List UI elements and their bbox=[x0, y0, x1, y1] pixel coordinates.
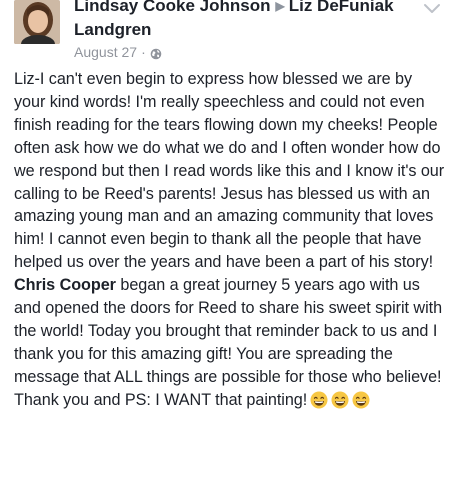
post-text: Liz-I can't even begin to express how bl… bbox=[14, 68, 446, 412]
post-meta: August 27 · bbox=[74, 43, 162, 61]
avatar[interactable] bbox=[14, 0, 60, 44]
grinning-face-icon bbox=[331, 391, 349, 409]
meta-separator: · bbox=[141, 44, 146, 60]
post-header: Lindsay Cooke Johnson ▶ Liz DeFuniak Landg… bbox=[0, 0, 455, 66]
emoji-row bbox=[310, 391, 370, 409]
post-date[interactable]: August 27 bbox=[74, 43, 137, 61]
globe-icon[interactable] bbox=[150, 46, 162, 60]
arrow-right-icon: ▶ bbox=[275, 0, 285, 13]
grinning-face-icon bbox=[310, 391, 328, 409]
chevron-down-icon[interactable] bbox=[423, 2, 441, 14]
post-text-part-1: Liz-I can't even begin to express how bl… bbox=[14, 70, 445, 272]
post-body: Liz-I can't even begin to express how bl… bbox=[14, 68, 446, 412]
mention-link[interactable]: Chris Cooper bbox=[14, 276, 116, 294]
grinning-face-icon bbox=[352, 391, 370, 409]
author-name[interactable]: Lindsay Cooke Johnson bbox=[74, 0, 270, 15]
post-author-line: Lindsay Cooke Johnson ▶ Liz DeFuniak Landg… bbox=[74, 0, 404, 41]
post-text-part-2: began a great journey 5 years ago with u… bbox=[14, 276, 443, 409]
